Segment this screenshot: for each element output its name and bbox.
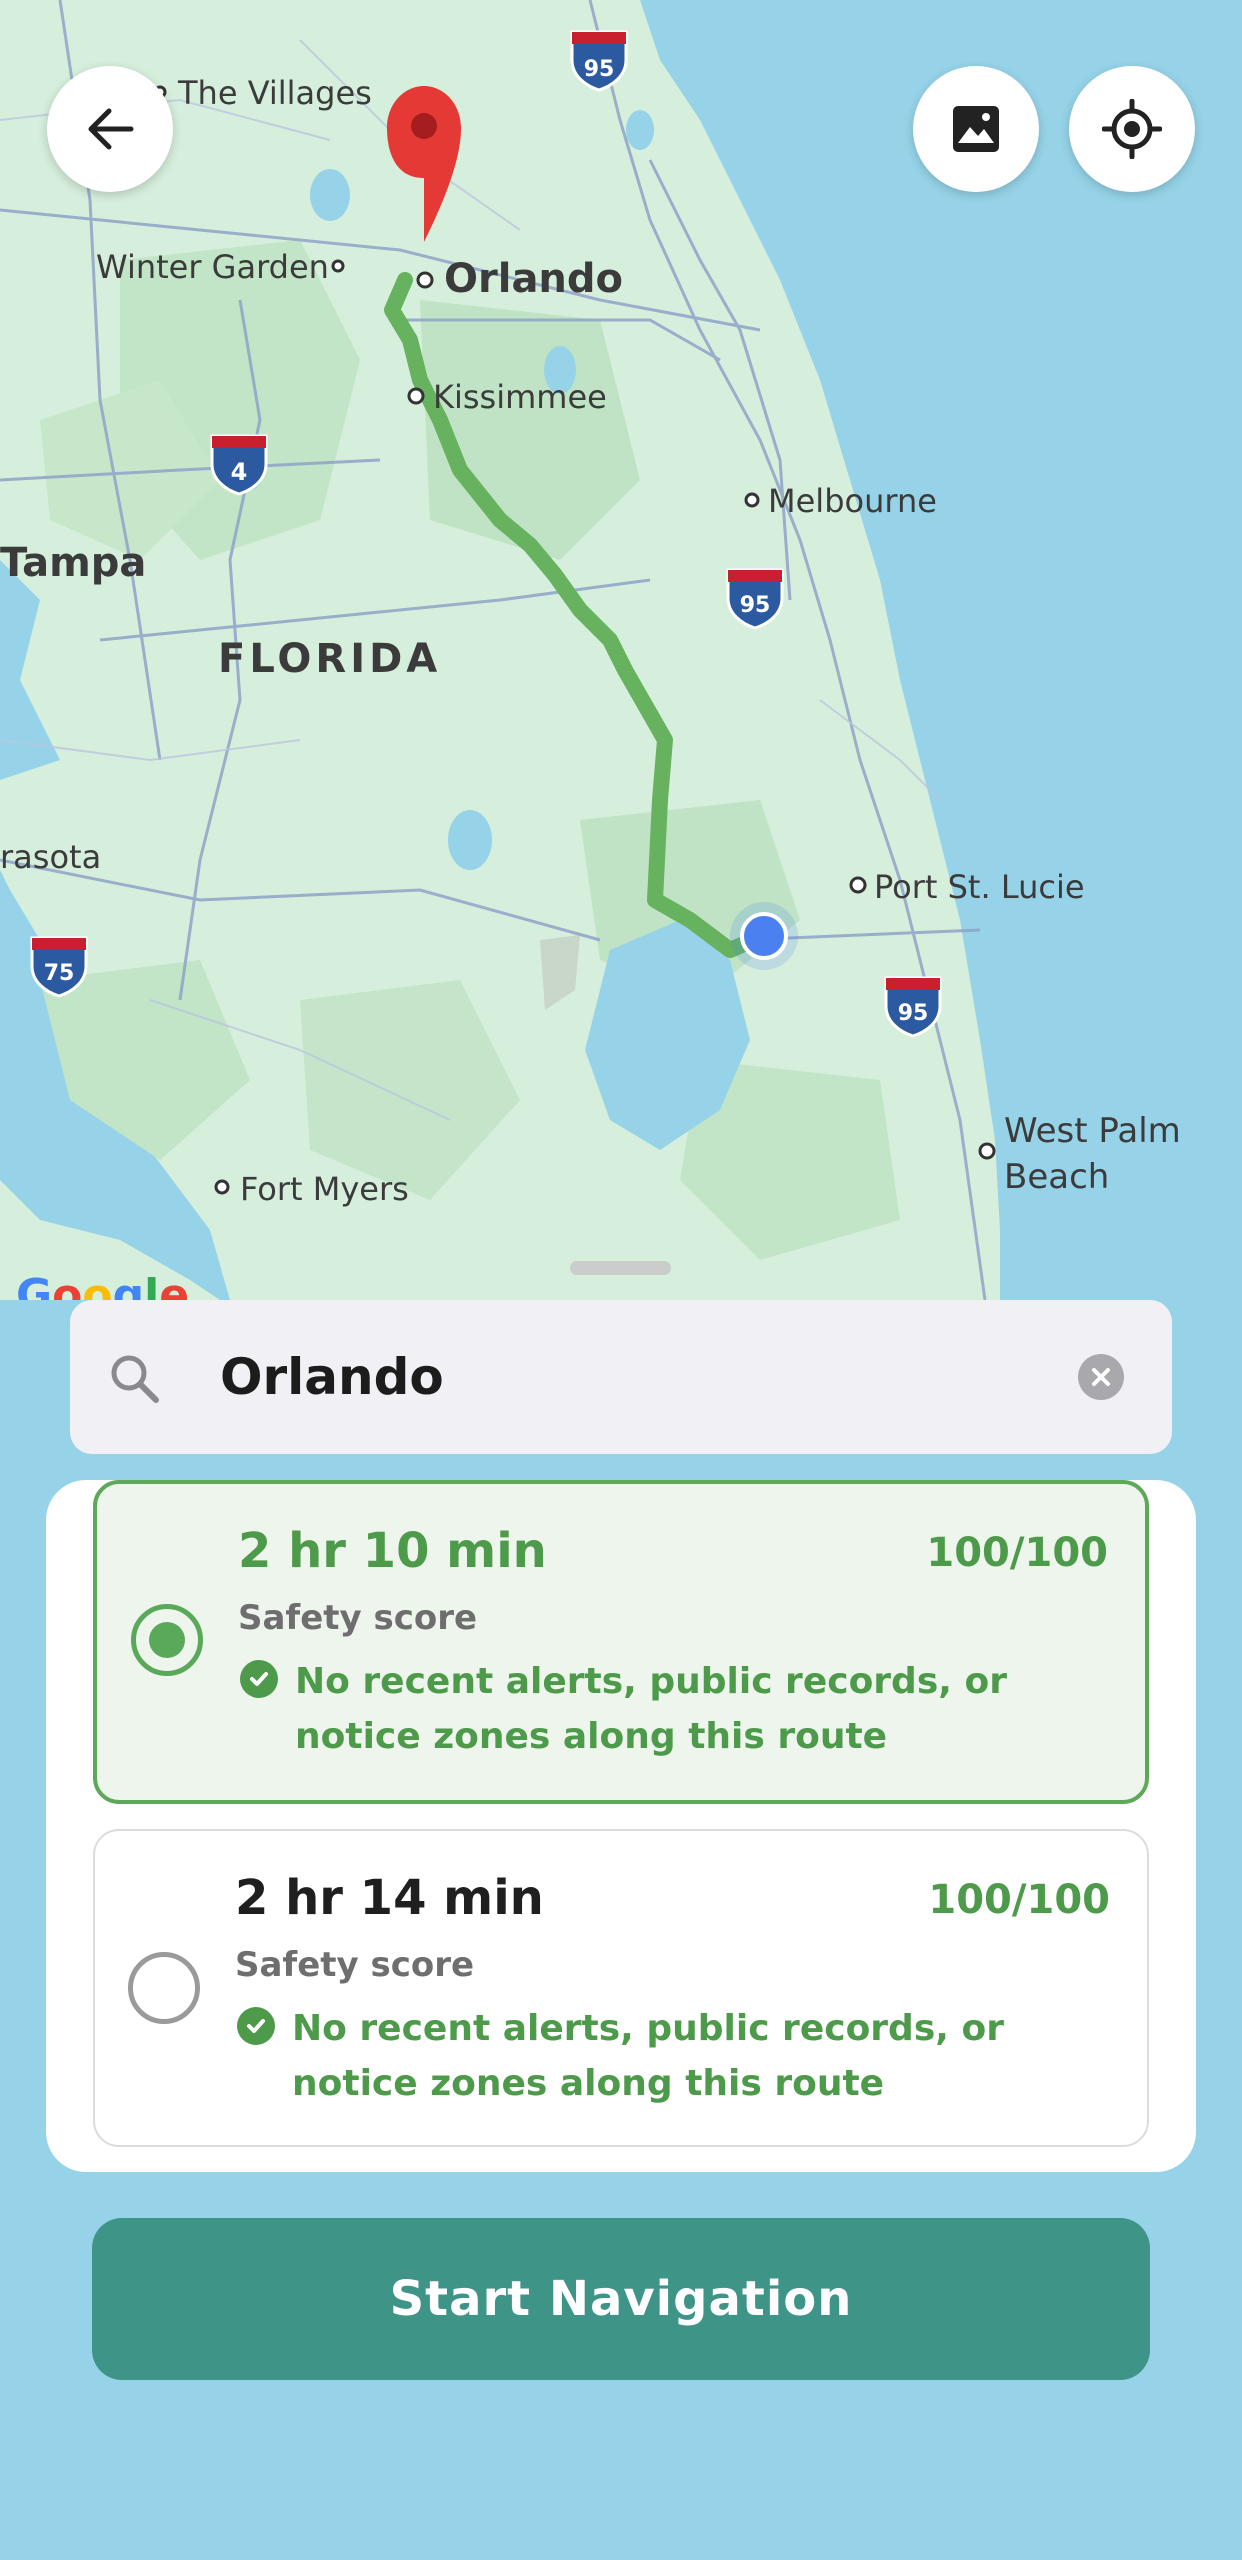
label-tampa: Tampa <box>0 540 146 586</box>
route-map[interactable]: The Villages Winter Garden Orlando Kissi… <box>0 0 1242 1300</box>
crosshair-icon <box>1102 99 1162 159</box>
label-the-villages: The Villages <box>177 74 372 112</box>
label-beach: Beach <box>1004 1157 1109 1197</box>
map-layers-button[interactable] <box>913 66 1039 192</box>
label-winter-garden: Winter Garden <box>96 248 329 286</box>
back-button[interactable] <box>47 66 173 192</box>
sheet-drag-handle[interactable] <box>570 1261 671 1275</box>
image-icon <box>953 106 999 152</box>
route-safety-note: No recent alerts, public records, or not… <box>295 1661 1007 1757</box>
svg-text:4: 4 <box>231 458 248 486</box>
route-radio-unselected[interactable] <box>128 1952 200 2024</box>
route-radio-selected[interactable] <box>131 1604 203 1676</box>
safety-score-label: Safety score <box>238 1598 478 1638</box>
label-florida: FLORIDA <box>218 636 441 682</box>
clear-search-button[interactable] <box>1078 1354 1124 1400</box>
google-logo: Google <box>16 1270 189 1300</box>
svg-text:95: 95 <box>898 1001 929 1026</box>
label-sarasota: rasota <box>0 838 101 876</box>
close-icon <box>1092 1368 1110 1386</box>
route-duration: 2 hr 14 min <box>235 1870 544 1926</box>
search-icon <box>111 1355 159 1403</box>
safety-score-value: 100/100 <box>928 1877 1110 1923</box>
start-navigation-button[interactable]: Start Navigation <box>92 2218 1150 2380</box>
label-west-palm: West Palm <box>1004 1111 1181 1151</box>
safety-score-label: Safety score <box>235 1945 475 1985</box>
label-kissimmee: Kissimmee <box>433 378 607 416</box>
search-input[interactable] <box>220 1340 1020 1414</box>
arrow-left-icon <box>88 108 134 150</box>
label-port-st-lucie: Port St. Lucie <box>874 868 1085 906</box>
svg-text:95: 95 <box>740 593 771 618</box>
svg-text:75: 75 <box>44 961 75 986</box>
label-orlando: Orlando <box>444 256 623 302</box>
svg-text:95: 95 <box>584 57 615 82</box>
check-circle-icon <box>240 1660 278 1698</box>
label-fort-myers: Fort Myers <box>240 1170 409 1208</box>
route-duration: 2 hr 10 min <box>238 1523 547 1579</box>
check-circle-icon <box>237 2007 275 2045</box>
route-safety-note: No recent alerts, public records, or not… <box>292 2008 1004 2104</box>
safety-score-value: 100/100 <box>926 1530 1108 1576</box>
my-location-button[interactable] <box>1069 66 1195 192</box>
label-melbourne: Melbourne <box>768 482 937 520</box>
